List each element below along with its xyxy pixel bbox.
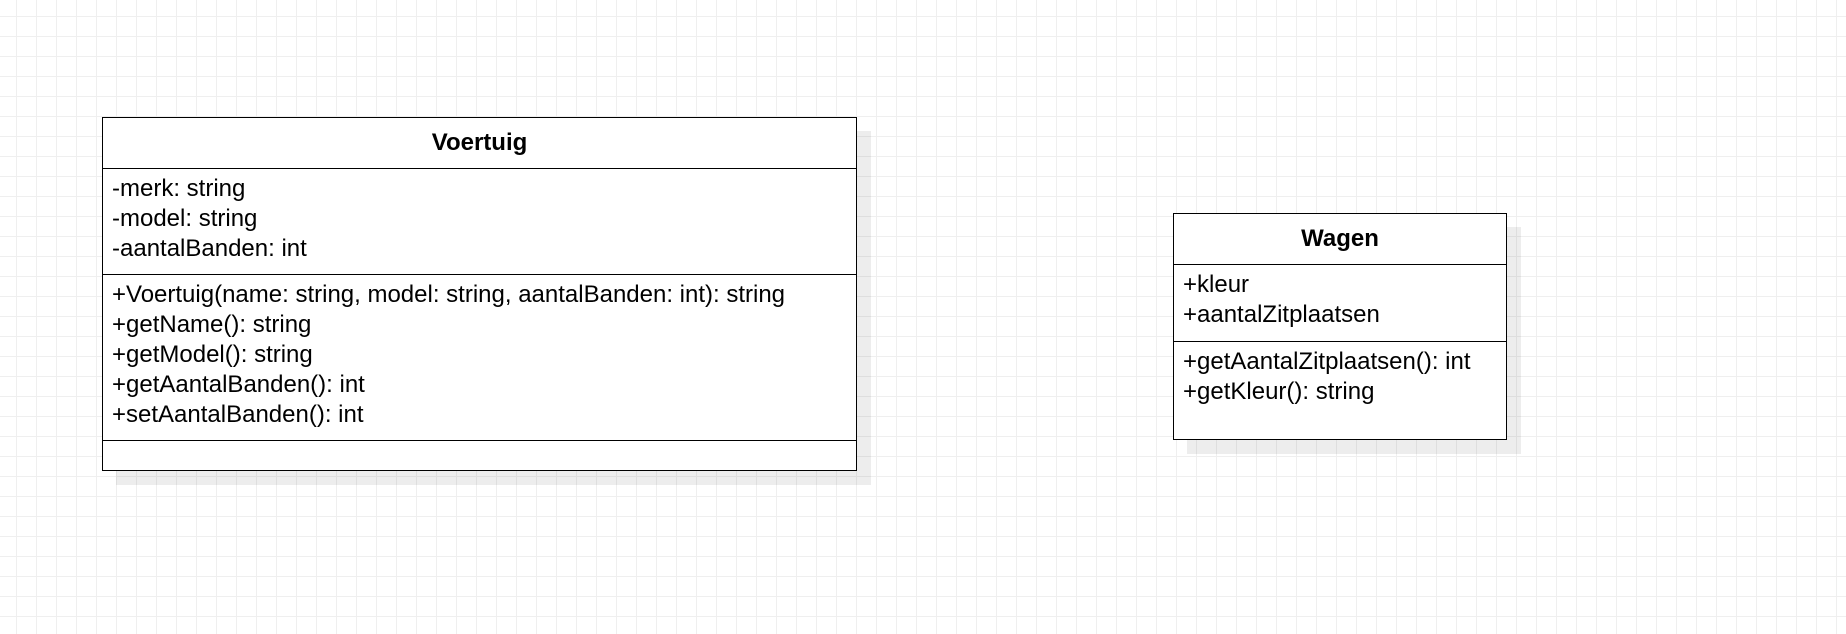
attribute: +kleur <box>1183 271 1250 298</box>
attribute: -model: string <box>112 205 258 232</box>
methods-section: +Voertuig(name: string, model: string, a… <box>103 275 856 441</box>
methods-section: +getAantalZitplaatsen(): int +getKleur()… <box>1174 342 1506 407</box>
method: +getKleur(): string <box>1183 378 1375 405</box>
class-box-voertuig[interactable]: Voertuig -merk: string -model: string -a… <box>102 117 857 471</box>
method: +getAantalZitplaatsen(): int <box>1183 348 1471 375</box>
class-name: Wagen <box>1174 214 1506 265</box>
empty-section <box>103 441 856 446</box>
method: +getAantalBanden(): int <box>112 371 365 398</box>
class-name: Voertuig <box>103 118 856 169</box>
class-box-wagen[interactable]: Wagen +kleur +aantalZitplaatsen +getAant… <box>1173 213 1507 440</box>
attributes-section: +kleur +aantalZitplaatsen <box>1174 265 1506 342</box>
method: +setAantalBanden(): int <box>112 401 364 428</box>
attribute: -aantalBanden: int <box>112 235 307 262</box>
attribute: -merk: string <box>112 175 246 202</box>
attribute: +aantalZitplaatsen <box>1183 301 1380 328</box>
method: +getModel(): string <box>112 341 313 368</box>
method: +getName(): string <box>112 311 312 338</box>
method: +Voertuig(name: string, model: string, a… <box>112 281 786 308</box>
diagram-canvas: { "classes": { "voertuig": { "name": "Vo… <box>0 0 1846 634</box>
attributes-section: -merk: string -model: string -aantalBand… <box>103 169 856 275</box>
